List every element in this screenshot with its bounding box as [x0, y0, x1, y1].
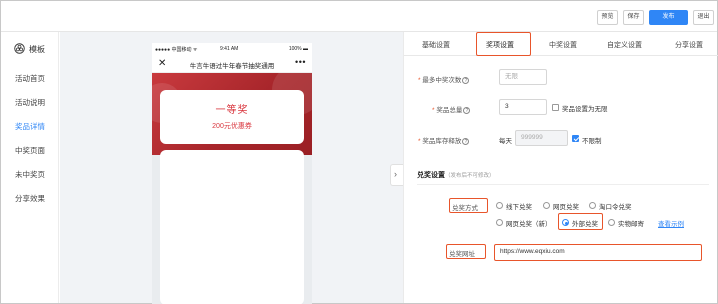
- template-label: 模板: [29, 45, 45, 54]
- settings-panel: 基础设置 奖项设置 中奖设置 自定义设置 分享设置 * 最多中奖次数? 无限 *…: [403, 32, 718, 303]
- help-icon: ?: [462, 137, 470, 145]
- preview-canvas: ●●●●● 中国移动 ᯤ 9:41 AM 100% ▬ ✕ 牛言牛语过牛年春节抽…: [60, 32, 404, 304]
- help-icon: ?: [463, 106, 471, 114]
- phone-preview: ●●●●● 中国移动 ᯤ 9:41 AM 100% ▬ ✕ 牛言牛语过牛年春节抽…: [152, 43, 312, 304]
- radio-offline[interactable]: [496, 202, 503, 209]
- radio-mail[interactable]: [608, 219, 615, 226]
- radio-external[interactable]: [562, 219, 569, 226]
- unlimited-label: 不限制: [582, 138, 602, 145]
- chevron-right-icon: ›: [394, 169, 397, 179]
- redeem-method-label: 兑奖方式: [452, 205, 478, 212]
- total-prizes-input[interactable]: 3: [499, 99, 547, 115]
- top-toolbar: 预览 保存 发布 退出: [1, 1, 717, 32]
- option-web-new[interactable]: 网页兑奖（新）: [506, 218, 552, 228]
- prize-subtitle: 200元优惠券: [212, 123, 252, 130]
- exit-button[interactable]: 退出: [693, 10, 714, 25]
- max-wins-input[interactable]: 无限: [499, 69, 547, 85]
- option-external[interactable]: 外部兑奖: [572, 218, 598, 228]
- sidebar-item-home[interactable]: 活动首页: [15, 73, 45, 84]
- tab-basic[interactable]: 基础设置: [422, 40, 450, 50]
- section-divider: [417, 184, 709, 185]
- left-sidebar: 模板 活动首页 活动说明 奖品详情 中奖页面 未中奖页 分享效果: [1, 32, 59, 303]
- help-icon: ?: [462, 76, 470, 84]
- daily-stock-input[interactable]: 999999: [515, 130, 568, 146]
- template-header[interactable]: 模板: [14, 43, 54, 55]
- unlimited-checkbox[interactable]: [572, 135, 579, 142]
- sidebar-item-lose-page[interactable]: 未中奖页: [15, 169, 45, 180]
- sidebar-item-share[interactable]: 分享效果: [15, 193, 45, 204]
- view-example-link[interactable]: 查看示例: [658, 218, 684, 228]
- template-icon: [14, 43, 25, 54]
- active-tab-highlight: [476, 32, 531, 56]
- close-icon[interactable]: ✕: [158, 58, 166, 69]
- tab-win-settings[interactable]: 中奖设置: [549, 40, 577, 50]
- stock-release-label: * 奖品库存释放?: [418, 135, 470, 145]
- redeem-section-title: 兑奖设置（发布后不可修改）: [417, 172, 495, 179]
- save-button[interactable]: 保存: [623, 10, 644, 25]
- radio-web-new[interactable]: [496, 219, 503, 226]
- max-wins-label: * 最多中奖次数?: [418, 74, 470, 84]
- sidebar-item-win-page[interactable]: 中奖页面: [15, 145, 45, 156]
- sidebar-item-description[interactable]: 活动说明: [15, 97, 45, 108]
- option-taobao[interactable]: 淘口令兑奖: [599, 201, 632, 211]
- battery-indicator: 100% ▬: [288, 46, 308, 52]
- tab-share[interactable]: 分享设置: [675, 40, 703, 50]
- status-time: 9:41 AM: [220, 46, 239, 52]
- sidebar-item-prize-details[interactable]: 奖品详情: [15, 121, 45, 132]
- total-prizes-label: * 奖品总量?: [432, 104, 471, 114]
- option-web[interactable]: 网页兑奖: [553, 201, 579, 211]
- phone-page-title: 牛言牛语过牛年春节抽奖通用: [189, 63, 275, 70]
- prize-card[interactable]: 一等奖 200元优惠券: [160, 90, 304, 144]
- unlimited-prizes-label: 奖品设置为无限: [562, 106, 608, 113]
- option-mail[interactable]: 实物邮寄: [618, 218, 644, 228]
- settings-tabs: 基础设置 奖项设置 中奖设置 自定义设置 分享设置: [404, 32, 718, 56]
- redeem-url-input[interactable]: https://www.eqxiu.com: [494, 244, 702, 261]
- radio-web[interactable]: [543, 202, 550, 209]
- tab-custom[interactable]: 自定义设置: [607, 40, 642, 50]
- section-note: （发布后不可修改）: [445, 173, 495, 179]
- publish-button[interactable]: 发布: [649, 10, 688, 25]
- option-offline[interactable]: 线下兑奖: [506, 201, 532, 211]
- prize-title: 一等奖: [215, 105, 249, 116]
- phone-status-bar: ●●●●● 中国移动 ᯤ 9:41 AM 100% ▬: [152, 43, 312, 55]
- radio-taobao[interactable]: [589, 202, 596, 209]
- preview-button[interactable]: 预览: [597, 10, 618, 25]
- content-card: [160, 150, 304, 304]
- collapse-handle[interactable]: ›: [390, 164, 404, 186]
- redeem-url-label: 兑奖网址: [449, 251, 475, 258]
- unlimited-prizes-checkbox[interactable]: [552, 104, 559, 111]
- carrier-text: ●●●●● 中国移动 ᯤ: [155, 47, 198, 53]
- daily-label: 每天: [499, 138, 512, 145]
